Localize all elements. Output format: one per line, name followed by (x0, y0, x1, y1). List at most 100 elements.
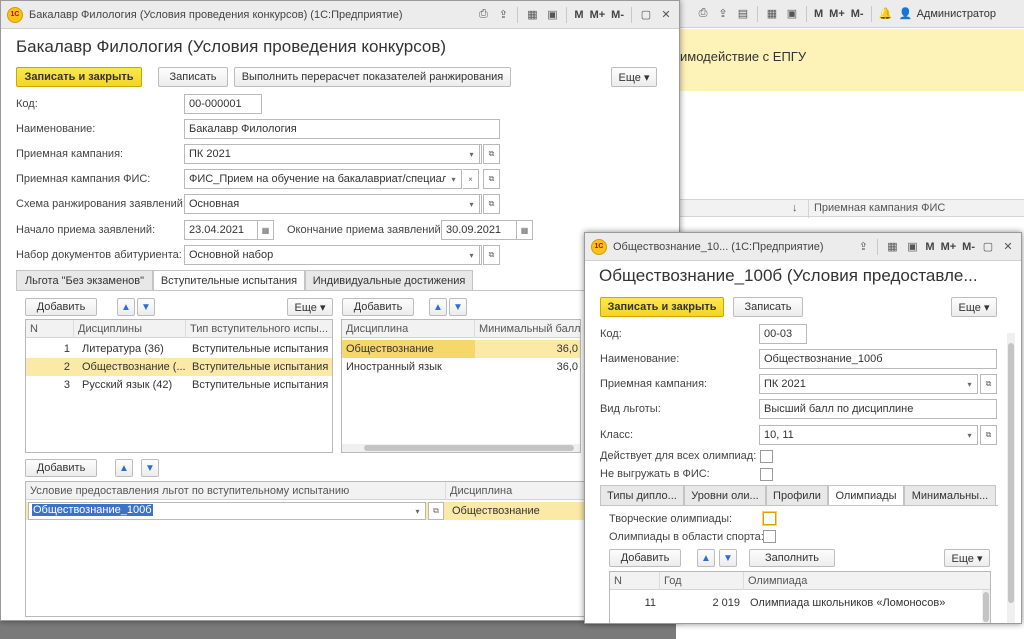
column-header-olympiad[interactable]: Олимпиада (744, 572, 990, 590)
class-dropdown-icon[interactable]: ▾ (962, 425, 978, 445)
dialog-vertical-scrollbar[interactable] (1007, 333, 1015, 623)
min-score-table[interactable]: Дисциплина Минимальный балл Обществознан… (341, 319, 581, 453)
docs-set-dropdown-icon[interactable]: ▾ (464, 245, 480, 265)
column-header-year[interactable]: Год (660, 572, 744, 590)
move-up-icon[interactable]: ▲ (697, 549, 715, 567)
tab-profiles[interactable]: Профили (766, 485, 828, 505)
table-row[interactable]: 3 Русский язык (42) Вступительные испыта… (26, 376, 332, 394)
tab-olympiads[interactable]: Олимпиады (828, 485, 904, 506)
calendar-icon[interactable]: ▣ (903, 238, 921, 256)
left-more-button[interactable]: Еще ▾ (287, 298, 333, 316)
bottom-add-button[interactable]: Добавить (25, 459, 97, 477)
right-add-button[interactable]: Добавить (342, 298, 414, 316)
memory-button[interactable]: M (572, 6, 585, 24)
condition-open-icon[interactable]: ⧉ (428, 502, 444, 520)
campaign-dropdown-icon[interactable]: ▾ (962, 374, 978, 394)
column-header-disciplines[interactable]: Дисциплины (74, 320, 186, 338)
campaign-field[interactable]: ПК 2021 (759, 374, 978, 394)
table-icon[interactable]: ▦ (763, 5, 781, 23)
docs-set-open-icon[interactable]: ⧉ (483, 245, 500, 265)
close-icon[interactable]: ✕ (999, 238, 1017, 256)
condition-cell-editor[interactable]: Обществознание_100б (28, 502, 414, 520)
fis-campaign-clear-icon[interactable]: × (463, 169, 479, 189)
creative-olympiads-checkbox[interactable] (763, 512, 776, 525)
benefit-type-field[interactable]: Высший балл по дисциплине (759, 399, 997, 419)
move-down-icon[interactable]: ▼ (449, 298, 467, 316)
calendar-icon[interactable]: ▣ (783, 5, 801, 23)
ranking-scheme-open-icon[interactable]: ⧉ (483, 194, 500, 214)
table-icon[interactable]: ▦ (883, 238, 901, 256)
column-header-discipline[interactable]: Дисциплина (446, 482, 584, 500)
scrollbar-thumb[interactable] (364, 445, 574, 451)
class-field[interactable]: 10, 11 (759, 425, 978, 445)
close-icon[interactable]: ✕ (657, 6, 675, 24)
sport-olympiads-checkbox[interactable] (763, 530, 776, 543)
save-and-close-button[interactable]: Записать и закрыть (600, 297, 724, 317)
column-header-n[interactable]: N (610, 572, 660, 590)
olympiads-add-button[interactable]: Добавить (609, 549, 681, 567)
memory-minus-button[interactable]: M- (849, 5, 866, 23)
benefit-conditions-table[interactable]: Условие предоставления льгот по вступите… (25, 481, 585, 617)
move-up-icon[interactable]: ▲ (115, 459, 133, 477)
condition-cell-value[interactable]: Обществознание_100б (32, 504, 153, 516)
tab-achievements[interactable]: Индивидуальные достижения (305, 270, 473, 290)
tab-no-exam-benefit[interactable]: Льгота "Без экзаменов" (16, 270, 153, 290)
olympiads-table[interactable]: N Год Олимпиада 11 2 019 Олимпиада школь… (609, 571, 991, 623)
table-row-selected[interactable]: Обществознание 36,0 (342, 340, 580, 358)
name-field[interactable]: Бакалавр Филология (184, 119, 500, 139)
end-date-calendar-icon[interactable]: ▦ (517, 220, 533, 240)
olympiads-more-button[interactable]: Еще ▾ (944, 549, 990, 567)
calendar-icon[interactable]: ▣ (543, 6, 561, 24)
bell-icon[interactable]: 🔔 (877, 5, 895, 23)
class-open-icon[interactable]: ⧉ (980, 425, 997, 445)
fis-campaign-open-icon[interactable]: ⧉ (483, 169, 500, 189)
code-field[interactable]: 00-03 (759, 324, 807, 344)
more-button[interactable]: Еще ▾ (611, 67, 657, 87)
fis-campaign-field[interactable]: ФИС_Прием на обучение на бакалавриат/спе… (184, 169, 462, 189)
table-row[interactable]: Иностранный язык 36,0 (342, 358, 580, 376)
recalculate-ranking-button[interactable]: Выполнить перерасчет показателей ранжиро… (234, 67, 511, 87)
start-date-field[interactable]: 23.04.2021 (184, 220, 258, 240)
campaign-dropdown-icon[interactable]: ▾ (464, 144, 480, 164)
column-header-n[interactable]: N (26, 320, 74, 338)
print-icon[interactable]: ⎙ (474, 6, 492, 24)
tab-minimal[interactable]: Минимальны... (904, 485, 996, 505)
sort-down-icon[interactable]: ↓ (792, 202, 798, 214)
user-name[interactable]: Администратор (917, 8, 996, 20)
table-row-selected[interactable]: Обществознание_100б ▾ ⧉ Обществознание (26, 502, 584, 520)
tab-diploma-types[interactable]: Типы дипло... (600, 485, 684, 505)
save-button[interactable]: Записать (158, 67, 228, 87)
all-olympiads-checkbox[interactable] (760, 450, 773, 463)
save-and-close-button[interactable]: Записать и закрыть (16, 67, 142, 87)
column-header-fis-campaign[interactable]: Приемная кампания ФИС (814, 202, 945, 214)
memory-plus-button[interactable]: M+ (588, 6, 608, 24)
memory-plus-button[interactable]: M+ (827, 5, 847, 23)
docs-set-field[interactable]: Основной набор (184, 245, 482, 265)
tab-entrance-exams[interactable]: Вступительные испытания (153, 270, 305, 291)
campaign-open-icon[interactable]: ⧉ (980, 374, 997, 394)
memory-minus-button[interactable]: M- (609, 6, 626, 24)
table-row-selected[interactable]: 2 Обществознание (... Вступительные испы… (26, 358, 332, 376)
table-row[interactable]: 11 2 019 Олимпиада школьников «Ломоносов… (610, 594, 990, 612)
campaign-field[interactable]: ПК 2021 (184, 144, 482, 164)
move-down-icon[interactable]: ▼ (719, 549, 737, 567)
table-row[interactable]: 1 Литература (36) Вступительные испытани… (26, 340, 332, 358)
ranking-scheme-field[interactable]: Основная (184, 194, 482, 214)
start-date-calendar-icon[interactable]: ▦ (258, 220, 274, 240)
memory-plus-button[interactable]: M+ (939, 238, 959, 256)
code-field[interactable]: 00-000001 (184, 94, 262, 114)
name-field[interactable]: Обществознание_100б (759, 349, 997, 369)
print-icon[interactable]: ⎙ (694, 5, 712, 23)
no-export-checkbox[interactable] (760, 468, 773, 481)
condition-dropdown-icon[interactable]: ▾ (410, 502, 426, 520)
column-header-exam-type[interactable]: Тип вступительного испы... (186, 320, 332, 338)
move-up-icon[interactable]: ▲ (429, 298, 447, 316)
memory-minus-button[interactable]: M- (960, 238, 977, 256)
scrollbar-thumb[interactable] (983, 592, 989, 622)
tab-olympiad-levels[interactable]: Уровни оли... (684, 485, 766, 505)
campaign-open-icon[interactable]: ⧉ (483, 144, 500, 164)
move-down-icon[interactable]: ▼ (141, 459, 159, 477)
column-header-condition[interactable]: Условие предоставления льгот по вступите… (26, 482, 446, 500)
fill-button[interactable]: Заполнить (749, 549, 835, 567)
end-date-field[interactable]: 30.09.2021 (441, 220, 517, 240)
